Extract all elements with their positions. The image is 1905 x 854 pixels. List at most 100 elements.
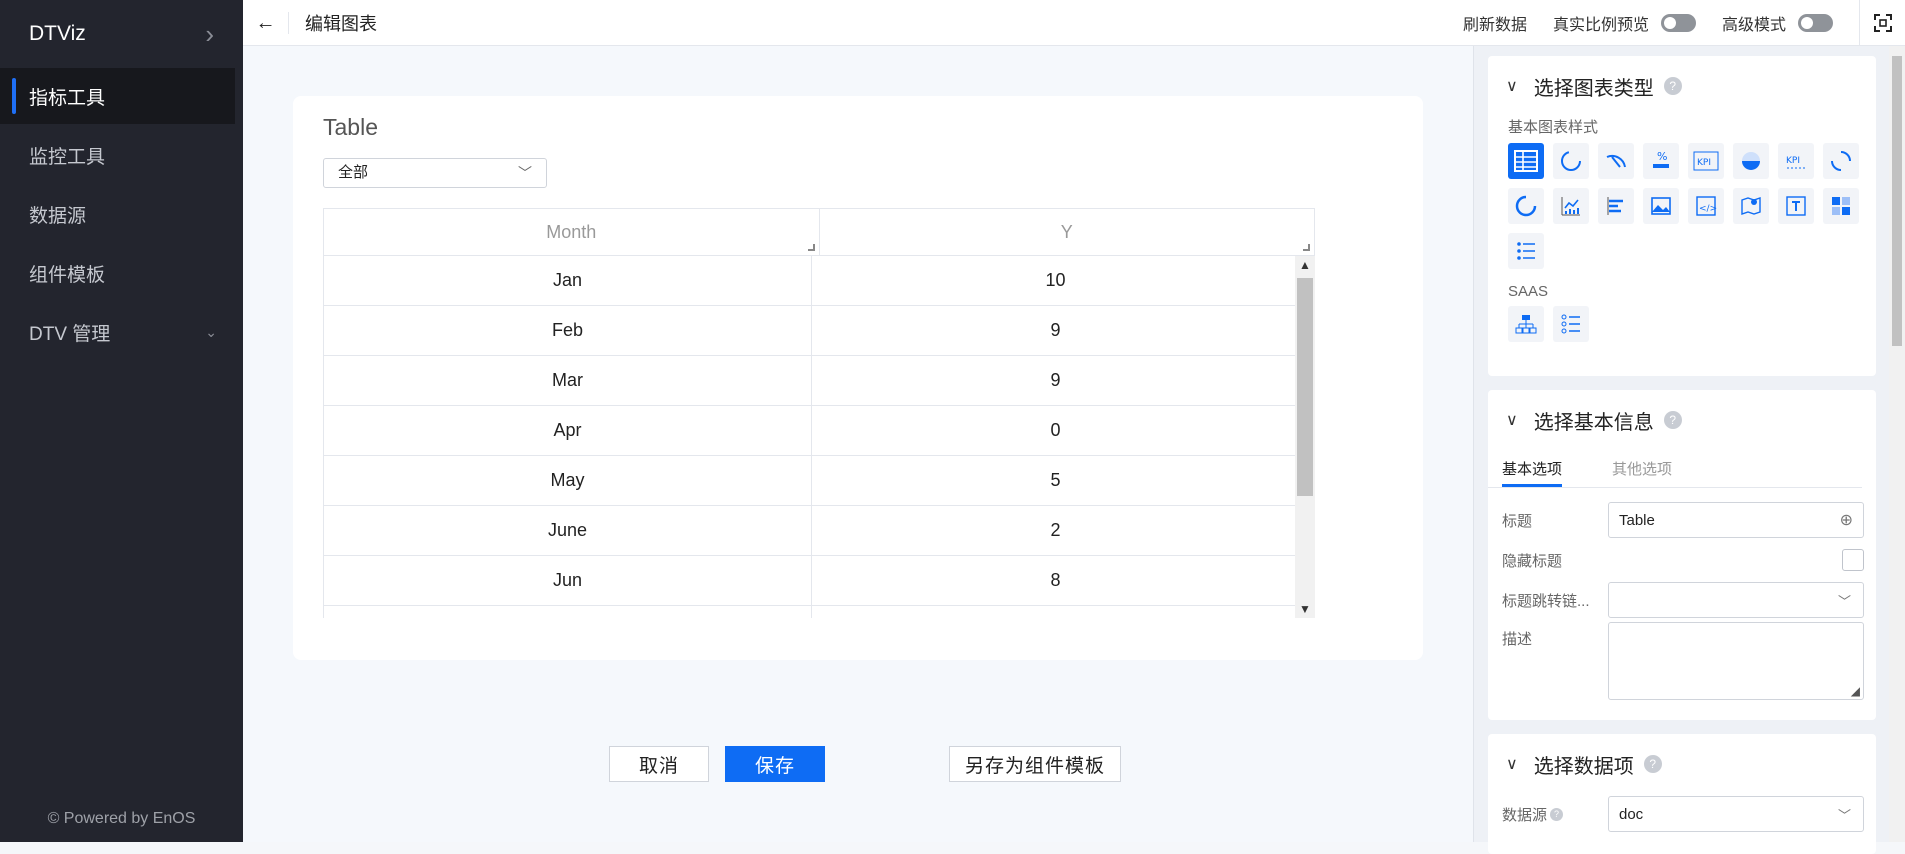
basic-chart-label: 基本图表样式 [1508,119,1599,136]
chart-type-section: ∨ 选择图表类型 ? 基本图表样式 % KPI KPI </> SAAS [1488,56,1876,376]
sidebar-item-templates[interactable]: 组件模板 [0,245,243,301]
resize-handle-icon[interactable]: ◢ [1851,684,1860,698]
globe-icon[interactable]: ⊕ [1840,510,1853,530]
tab-other-options[interactable]: 其他选项 [1612,450,1672,487]
sidebar-item-label: 监控工具 [29,146,106,168]
scroll-down-icon[interactable]: ▼ [1295,602,1315,616]
help-icon[interactable]: ? [1663,77,1682,95]
table-body: Jan 10 Feb 9 Mar 9 Apr 0 May 5 June 2 Jun 8 ▲ ▼ [323,256,1315,618]
sidebar-item-label: DTV 管理 [29,323,111,345]
data-table: Month Y Jan 10 Feb 9 Mar 9 Apr 0 May 5 June 2 … [323,208,1315,618]
heatmap-icon[interactable] [1823,188,1859,224]
sidebar-item-metrics[interactable]: 指标工具 [0,68,235,124]
saas-grid [1488,306,1876,342]
percent-icon[interactable]: % [1643,143,1679,179]
svg-text:%: % [1657,150,1667,163]
scroll-up-icon[interactable]: ▲ [1295,258,1315,272]
sidebar-item-monitor[interactable]: 监控工具 [0,127,243,183]
hide-title-checkbox[interactable] [1842,549,1864,571]
title-row: 标题 Table ⊕ [1488,500,1876,540]
datasource-row: 数据源 ? doc ﹀ [1488,794,1876,834]
table-row: Feb 9 [323,306,1300,356]
code-icon[interactable]: </> [1688,188,1724,224]
list-icon[interactable] [1508,233,1544,269]
sidebar-item-label: 指标工具 [29,87,106,109]
table-row: Jan 10 [323,256,1300,306]
bullet-list-icon[interactable] [1553,306,1589,342]
real-preview-toggle[interactable] [1660,14,1696,32]
sidebar-item-datasource[interactable]: 数据源 [0,186,243,242]
resize-handle-icon[interactable] [1303,244,1310,251]
title-input[interactable]: Table ⊕ [1608,502,1864,538]
table-icon[interactable] [1508,143,1544,179]
title-link-select[interactable]: ﹀ [1608,582,1864,618]
chart-title: Table [323,114,378,140]
column-header-month[interactable]: Month [324,209,820,255]
filter-value: 全部 [338,164,369,181]
donut-quarter-icon[interactable] [1823,143,1859,179]
description-row: 描述 ◢ [1488,620,1876,700]
chart-preview-card: Table 全部 ﹀ Month Y Jan 10 Feb 9 Mar 9 Apr 0 [293,96,1423,660]
resize-handle-icon[interactable] [807,244,815,251]
fullscreen-icon[interactable] [1859,0,1905,46]
svg-text:</>: </> [1699,204,1717,214]
help-icon[interactable]: ? [1550,807,1564,821]
map-pin-icon[interactable] [1733,188,1769,224]
bar-horizontal-icon[interactable] [1598,188,1634,224]
title-link-row: 标题跳转链... ﹀ [1488,580,1876,620]
filter-select[interactable]: 全部 ﹀ [323,158,547,188]
table-row: Mar 9 [323,356,1300,406]
datasource-select[interactable]: doc ﹀ [1608,796,1864,832]
data-items-section: ∨ 选择数据项 ? 数据源 ? doc ﹀ [1488,734,1876,854]
real-preview-toggle-group: 真实比例预览 [1553,11,1696,35]
expand-chevron-icon[interactable]: › [205,19,214,50]
arc-icon[interactable] [1508,188,1544,224]
description-textarea[interactable]: ◢ [1608,622,1864,700]
chart-type-grid: % KPI KPI </> [1488,143,1876,269]
column-header-y[interactable]: Y [820,209,1315,255]
advanced-mode-toggle[interactable] [1798,14,1833,32]
back-arrow-icon[interactable]: ← [243,11,289,34]
help-icon[interactable]: ? [1663,411,1682,429]
chevron-down-icon: ⌄ [205,323,217,340]
chart-type-header[interactable]: ∨ 选择图表类型 ? [1488,56,1876,116]
brand-name: DTViz [29,22,86,45]
help-icon[interactable]: ? [1643,755,1662,773]
advanced-mode-toggle-group: 高级模式 [1722,11,1833,35]
chevron-down-icon: ∨ [1506,756,1518,773]
gauge-icon[interactable] [1598,143,1634,179]
org-chart-icon[interactable] [1508,306,1544,342]
tab-basic-options[interactable]: 基本选项 [1502,450,1563,487]
data-items-header[interactable]: ∨ 选择数据项 ? [1488,734,1876,794]
half-pie-icon[interactable] [1733,143,1769,179]
scroll-thumb[interactable] [1892,56,1902,346]
table-header: Month Y [323,208,1315,256]
real-preview-label: 真实比例预览 [1552,17,1649,34]
table-scrollbar[interactable]: ▲ ▼ [1295,256,1315,618]
sidebar-item-dtv-manage[interactable]: DTV 管理 ⌄ [0,304,243,360]
table-row: June 2 [323,506,1300,556]
refresh-data-link[interactable]: 刷新数据 [1463,11,1527,35]
save-as-template-button[interactable]: 另存为组件模板 [949,746,1121,782]
basic-info-header[interactable]: ∨ 选择基本信息 ? [1488,390,1876,450]
line-bar-icon[interactable] [1553,188,1589,224]
datasource-label: 数据源 [1502,806,1548,824]
hide-title-row: 隐藏标题 [1488,540,1876,580]
page-title: 编辑图表 [305,13,377,34]
text-icon[interactable] [1778,188,1814,224]
sidebar-item-label: 数据源 [29,205,87,227]
ring-icon[interactable] [1553,143,1589,179]
cancel-button[interactable]: 取消 [609,746,709,782]
image-icon[interactable] [1643,188,1679,224]
table-row: Jun 8 [323,556,1300,606]
saas-label: SAAS [1508,283,1549,300]
advanced-mode-label: 高级模式 [1721,17,1786,34]
kpi-icon[interactable]: KPI [1688,143,1724,179]
kpi-dots-icon[interactable]: KPI [1778,143,1814,179]
chevron-down-icon: ﹀ [1837,807,1851,823]
title-label: 标题 [1502,512,1533,530]
scroll-thumb[interactable] [1297,278,1313,496]
panel-scrollbar[interactable] [1889,46,1905,842]
hide-title-label: 隐藏标题 [1502,552,1563,570]
save-button[interactable]: 保存 [725,746,825,782]
